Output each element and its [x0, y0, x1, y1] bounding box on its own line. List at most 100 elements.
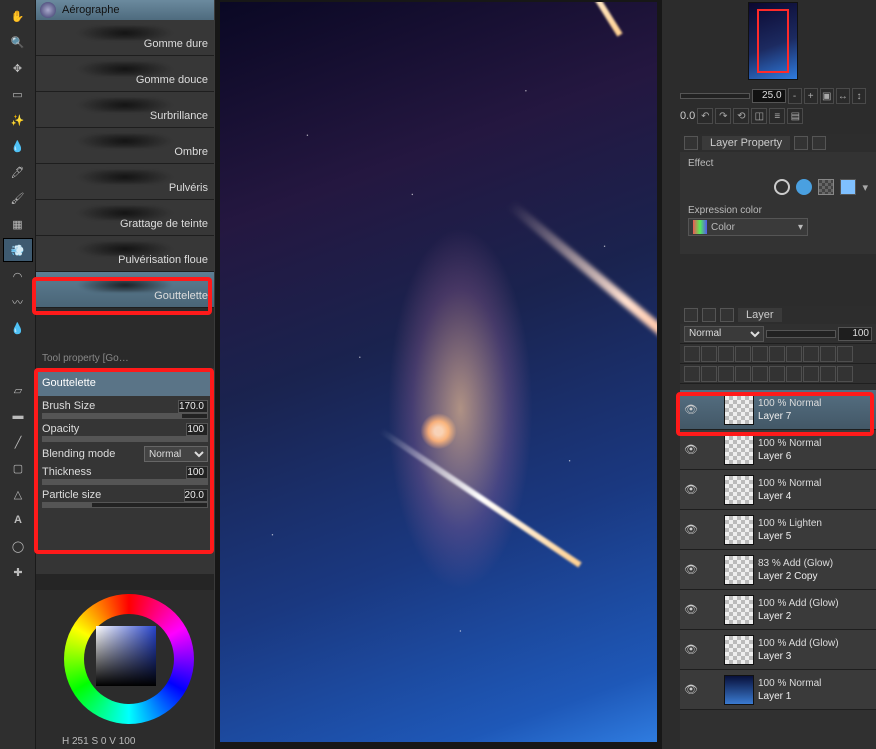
- color-sv-box[interactable]: [96, 626, 156, 686]
- navigator-thumbnail[interactable]: [748, 2, 798, 80]
- hand-tool-icon[interactable]: ✋: [3, 4, 33, 28]
- layer-opt-icon[interactable]: [837, 346, 853, 362]
- view-opt-3-icon[interactable]: ▤: [787, 108, 803, 124]
- shape-tool-icon[interactable]: ▢: [3, 456, 33, 480]
- layer-row[interactable]: 👁100 % NormalLayer 4: [680, 470, 876, 510]
- layer-property-menu-1-icon[interactable]: [794, 136, 808, 150]
- zoom-tool-icon[interactable]: 🔍: [3, 30, 33, 54]
- eraser-tool-icon[interactable]: ▱: [3, 378, 33, 402]
- pen-tool-icon[interactable]: 🖊: [3, 160, 33, 184]
- effect-label: Effect: [680, 152, 876, 173]
- zoom-value[interactable]: 25.0: [752, 89, 786, 103]
- flip-h-icon[interactable]: ↔: [836, 88, 850, 104]
- layer-opt-icon[interactable]: [769, 346, 785, 362]
- layer-opt-icon[interactable]: [735, 346, 751, 362]
- layer-action-icon[interactable]: [786, 366, 802, 382]
- brush-category-tab[interactable]: Aérographe: [36, 0, 214, 20]
- ruler-tool-icon[interactable]: △: [3, 482, 33, 506]
- layer-action-icon[interactable]: [735, 366, 751, 382]
- line-tool-icon[interactable]: ╱: [3, 430, 33, 454]
- layer-opt-icon[interactable]: [718, 346, 734, 362]
- layer-row[interactable]: 👁100 % LightenLayer 5: [680, 510, 876, 550]
- brush-item-pulvéris[interactable]: Pulvéris: [36, 164, 214, 200]
- layer-action-icon[interactable]: [718, 366, 734, 382]
- layer-row[interactable]: 👁100 % Add (Glow)Layer 2: [680, 590, 876, 630]
- flip-v-icon[interactable]: ↕: [852, 88, 866, 104]
- layer-property-menu-2-icon[interactable]: [812, 136, 826, 150]
- eyedropper-tool-icon[interactable]: 💧: [3, 134, 33, 158]
- layer-row[interactable]: 👁83 % Add (Glow)Layer 2 Copy: [680, 550, 876, 590]
- layer-visibility-icon[interactable]: 👁: [680, 403, 702, 416]
- marquee-tool-icon[interactable]: ▭: [3, 82, 33, 106]
- prop-brush-size[interactable]: Brush Size 170.0: [36, 398, 214, 421]
- layer-opt-icon[interactable]: [684, 346, 700, 362]
- layer-opt-icon[interactable]: [803, 346, 819, 362]
- layer-opt-icon[interactable]: [701, 346, 717, 362]
- layer-row[interactable]: 👁100 % NormalLayer 7: [680, 390, 876, 430]
- layer-opt-icon[interactable]: [820, 346, 836, 362]
- rotation-value[interactable]: 0.0: [680, 110, 695, 122]
- hat-tool-icon[interactable]: ◠: [3, 264, 33, 288]
- brush-item-grattage-de-teinte[interactable]: Grattage de teinte: [36, 200, 214, 236]
- prop-particle-size[interactable]: Particle size 20.0: [36, 487, 214, 510]
- layer-visibility-icon[interactable]: 👁: [680, 443, 702, 456]
- layer-mask-icon[interactable]: [803, 366, 819, 382]
- tool-column-left-2: ▱ ▬ ╱ ▢ △ A ◯ ✚: [0, 374, 36, 586]
- blur-tool-icon[interactable]: 💧: [3, 316, 33, 340]
- view-opt-1-icon[interactable]: ◫: [751, 108, 767, 124]
- layer-action-icon[interactable]: [820, 366, 836, 382]
- prop-thickness[interactable]: Thickness 100: [36, 464, 214, 487]
- view-opt-2-icon[interactable]: ≡: [769, 108, 785, 124]
- layer-opacity-slider[interactable]: [766, 330, 836, 338]
- delete-layer-icon[interactable]: [837, 366, 853, 382]
- brush-item-surbrillance[interactable]: Surbrillance: [36, 92, 214, 128]
- zoom-out-icon[interactable]: -: [788, 88, 802, 104]
- layer-visibility-icon[interactable]: 👁: [680, 483, 702, 496]
- brush-item-gomme-dure[interactable]: Gomme dure: [36, 20, 214, 56]
- zoom-slider[interactable]: [680, 93, 750, 99]
- rotate-reset-icon[interactable]: ⟲: [733, 108, 749, 124]
- layer-color-effect-icon[interactable]: [840, 179, 856, 195]
- zoom-in-icon[interactable]: +: [804, 88, 818, 104]
- fix-tool-icon[interactable]: ✚: [3, 560, 33, 584]
- layer-row[interactable]: 👁100 % NormalLayer 1: [680, 670, 876, 710]
- layer-visibility-icon[interactable]: 👁: [680, 523, 702, 536]
- layer-visibility-icon[interactable]: 👁: [680, 563, 702, 576]
- prop-opacity[interactable]: Opacity 100: [36, 421, 214, 444]
- layer-row[interactable]: 👁100 % NormalLayer 6: [680, 430, 876, 470]
- border-effect-icon[interactable]: [774, 179, 790, 195]
- layer-action-icon[interactable]: [752, 366, 768, 382]
- layer-opt-icon[interactable]: [752, 346, 768, 362]
- fit-screen-icon[interactable]: ▣: [820, 88, 834, 104]
- move-tool-icon[interactable]: ✥: [3, 56, 33, 80]
- smudge-tool-icon[interactable]: 〰: [3, 290, 33, 314]
- fill-tool-icon[interactable]: ▬: [3, 404, 33, 428]
- new-folder-icon[interactable]: [701, 366, 717, 382]
- gradient-tool-icon[interactable]: ▦: [3, 212, 33, 236]
- brush-item-ombre[interactable]: Ombre: [36, 128, 214, 164]
- layer-visibility-icon[interactable]: 👁: [680, 683, 702, 696]
- layer-opacity-value[interactable]: 100: [838, 327, 872, 341]
- brush-item-gomme-douce[interactable]: Gomme douce: [36, 56, 214, 92]
- brush-tool-icon[interactable]: 🖌: [3, 186, 33, 210]
- tone-effect-icon[interactable]: [796, 179, 812, 195]
- screen-effect-icon[interactable]: [818, 179, 834, 195]
- prop-blending-mode[interactable]: Blending mode Normal: [36, 444, 214, 464]
- layer-visibility-icon[interactable]: 👁: [680, 643, 702, 656]
- layer-row[interactable]: 👁100 % Add (Glow)Layer 3: [680, 630, 876, 670]
- wand-tool-icon[interactable]: ✨: [3, 108, 33, 132]
- layer-visibility-icon[interactable]: 👁: [680, 603, 702, 616]
- rotate-ccw-icon[interactable]: ↶: [697, 108, 713, 124]
- rotate-cw-icon[interactable]: ↷: [715, 108, 731, 124]
- expression-color-select[interactable]: Color ▾: [688, 218, 808, 236]
- brush-item-gouttelette[interactable]: Gouttelette: [36, 272, 214, 308]
- balloon-tool-icon[interactable]: ◯: [3, 534, 33, 558]
- layer-blend-select[interactable]: Normal: [684, 326, 764, 342]
- airbrush-tool-icon[interactable]: 💨: [3, 238, 33, 262]
- brush-item-pulvérisation-floue[interactable]: Pulvérisation floue: [36, 236, 214, 272]
- canvas-area[interactable]: [215, 0, 662, 749]
- text-tool-icon[interactable]: A: [3, 508, 33, 532]
- new-layer-icon[interactable]: [684, 366, 700, 382]
- layer-opt-icon[interactable]: [786, 346, 802, 362]
- layer-action-icon[interactable]: [769, 366, 785, 382]
